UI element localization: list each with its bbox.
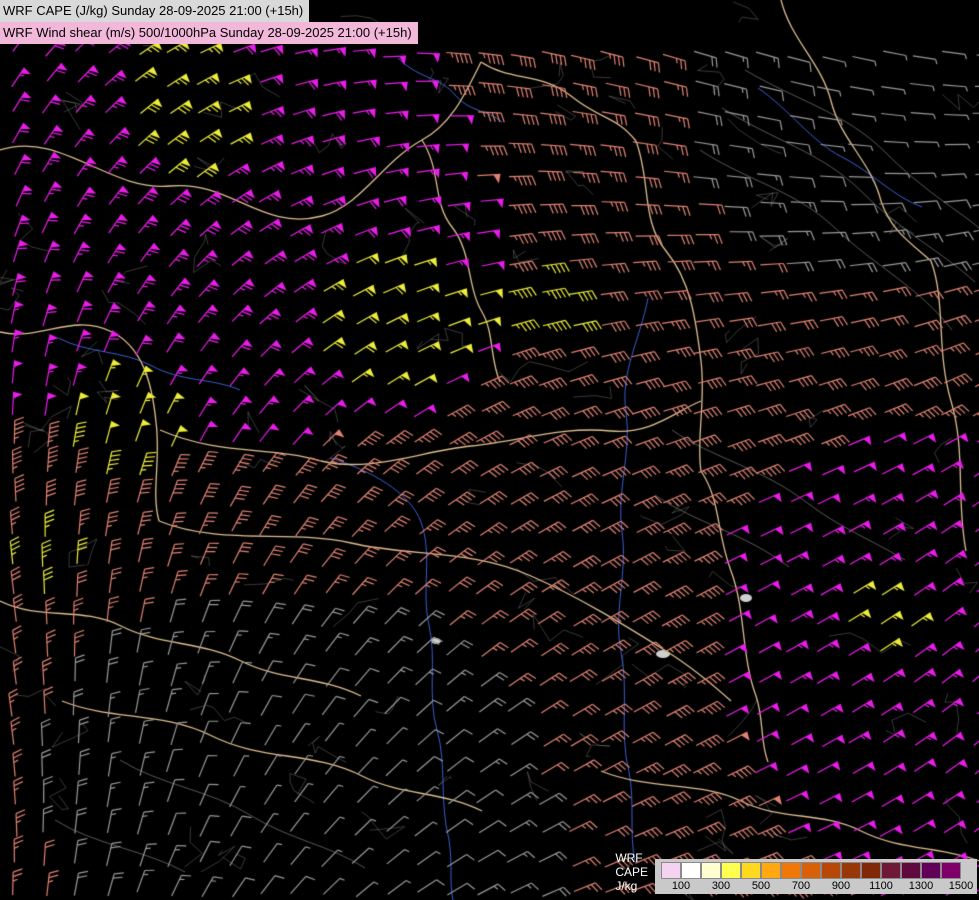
legend-swatch — [681, 862, 701, 879]
legend-swatch — [841, 862, 861, 879]
legend-swatch — [661, 862, 681, 879]
legend-tick-value: 1500 — [941, 880, 979, 892]
legend-tick-value: 1300 — [901, 880, 941, 892]
legend-swatch — [881, 862, 901, 879]
map-titles: WRF CAPE (J/kg) Sunday 28-09-2025 21:00 … — [0, 0, 418, 44]
legend-swatch — [721, 862, 741, 879]
map-title-cape: WRF CAPE (J/kg) Sunday 28-09-2025 21:00 … — [0, 0, 309, 22]
cape-legend: WRF CAPE J/kg 10030050070090011001300150… — [615, 851, 977, 894]
legend-tick-value: 300 — [701, 880, 741, 892]
legend-variable-label: CAPE — [615, 865, 648, 879]
legend-color-scale: 100300500700900110013001500 — [655, 859, 977, 894]
legend-tick-row: 100300500700900110013001500 — [661, 879, 961, 893]
weather-map: WRF CAPE (J/kg) Sunday 28-09-2025 21:00 … — [0, 0, 979, 900]
legend-labels: WRF CAPE J/kg — [615, 851, 648, 894]
legend-unit-label: J/kg — [615, 879, 648, 893]
legend-model-label: WRF — [615, 851, 648, 865]
legend-swatch — [741, 862, 761, 879]
legend-swatch — [941, 862, 961, 879]
legend-swatch — [801, 862, 821, 879]
legend-swatch — [921, 862, 941, 879]
legend-swatch — [781, 862, 801, 879]
legend-swatch — [861, 862, 881, 879]
legend-swatch — [701, 862, 721, 879]
legend-tick-value: 100 — [661, 880, 701, 892]
map-title-wind-shear: WRF Wind shear (m/s) 500/1000hPa Sunday … — [0, 22, 418, 44]
legend-tick-value: 700 — [781, 880, 821, 892]
legend-swatch — [821, 862, 841, 879]
legend-swatch — [761, 862, 781, 879]
map-canvas — [0, 0, 979, 900]
legend-tick-value: 500 — [741, 880, 781, 892]
legend-swatch-row — [661, 862, 961, 879]
legend-swatch — [901, 862, 921, 879]
legend-tick-value: 900 — [821, 880, 861, 892]
legend-tick-value: 1100 — [861, 880, 901, 892]
